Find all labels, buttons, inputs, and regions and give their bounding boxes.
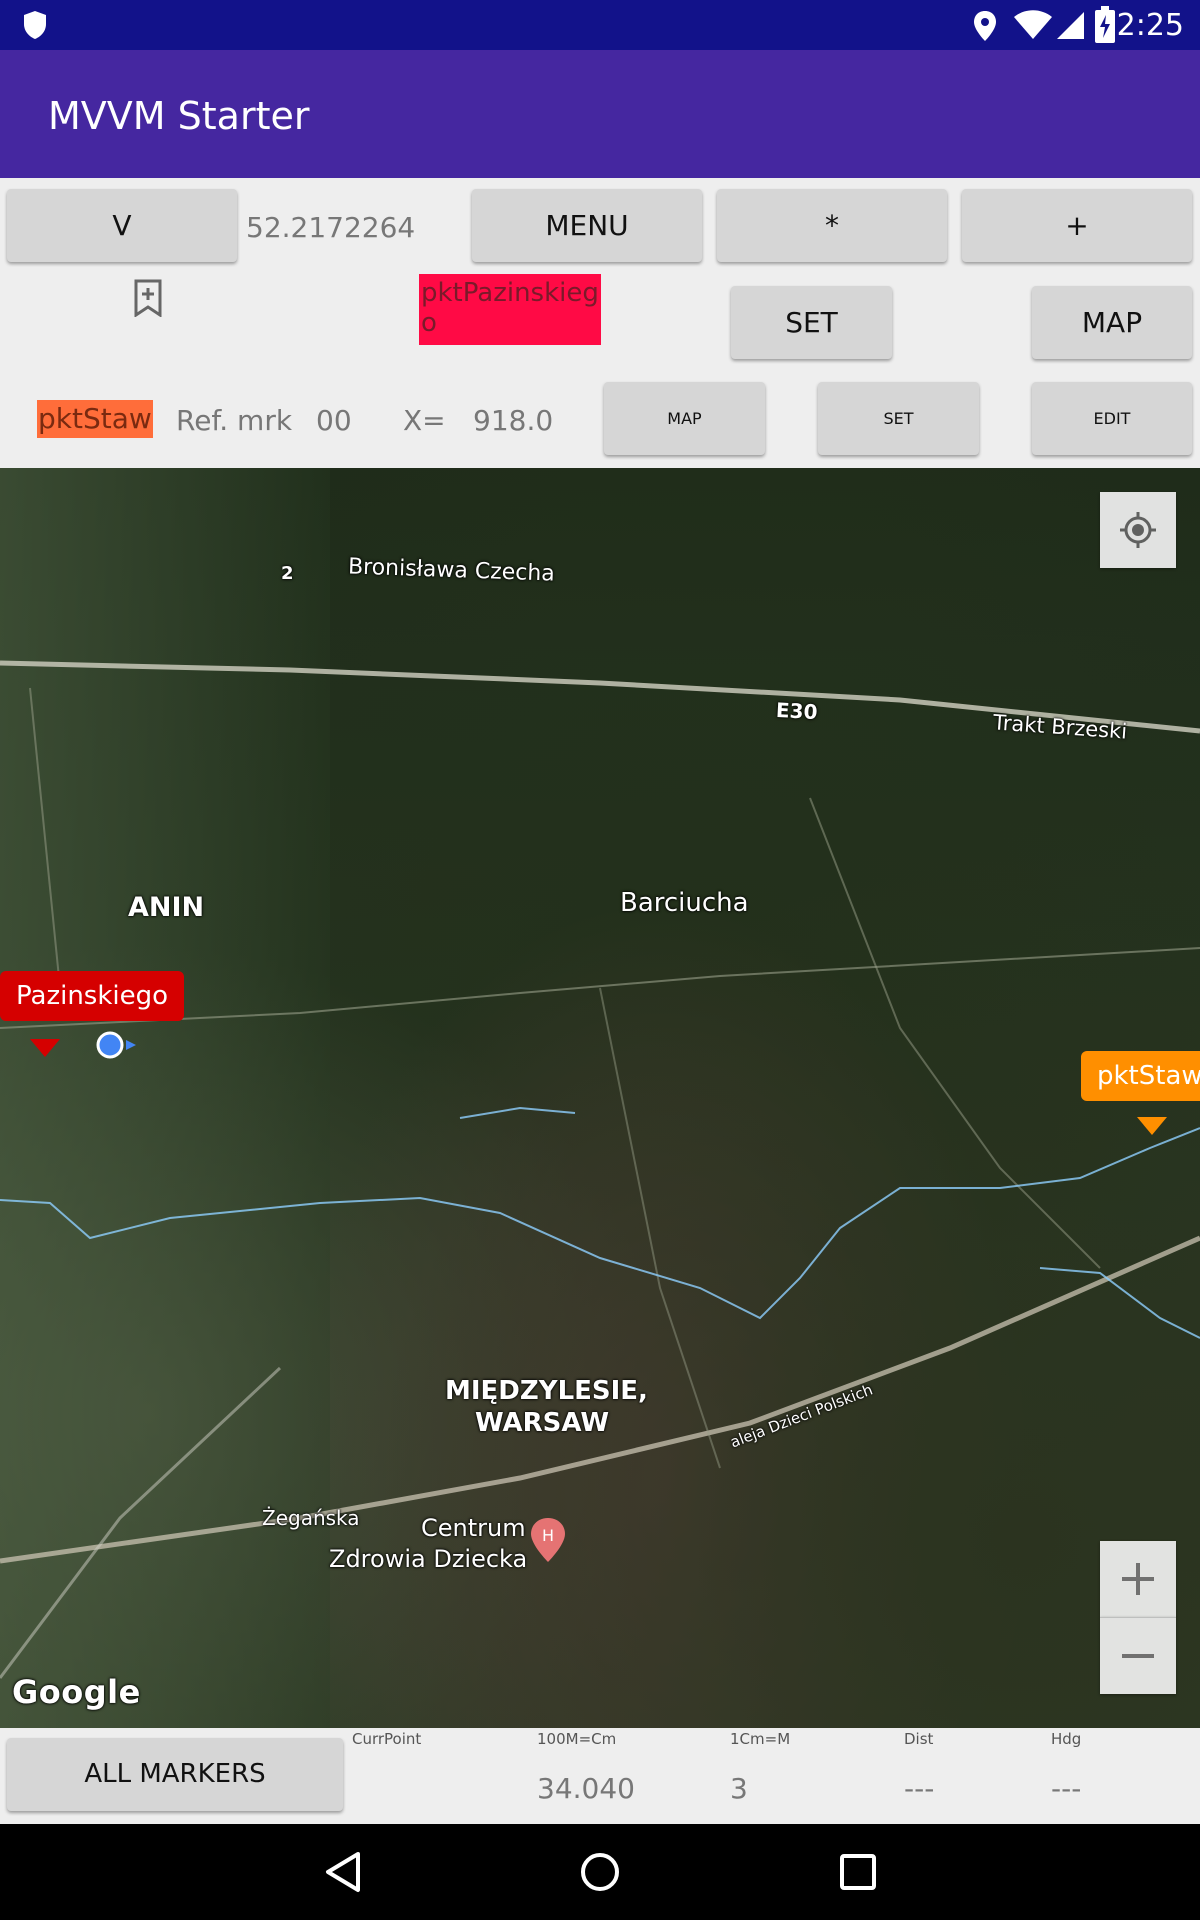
svg-text:H: H	[542, 1526, 554, 1545]
poi-name-line-2: Zdrowia Dziecka	[329, 1545, 528, 1573]
bottom-bar: ALL MARKERS CurrPoint 100M=Cm 1Cm=M Dist…	[0, 1728, 1200, 1824]
area-anin-label: ANIN	[128, 892, 205, 923]
battery-icon	[1095, 6, 1115, 43]
ref-marker-value: 00	[316, 404, 352, 437]
map-small-button[interactable]: MAP	[604, 382, 765, 455]
map-marker-left[interactable]: Pazinskiego	[0, 971, 185, 1021]
scale-100m-header: 100M=Cm	[537, 1730, 617, 1748]
signal-icon	[1057, 12, 1084, 39]
my-location-button[interactable]	[1100, 492, 1176, 568]
clock: 2:25	[1116, 8, 1184, 43]
x-label: X=	[403, 404, 446, 437]
area-miedzylesie-label-1: MIĘDZYLESIE,	[445, 1376, 648, 1406]
hospital-pin-icon[interactable]: H	[529, 1517, 567, 1563]
current-location-icon	[96, 1031, 136, 1059]
back-icon[interactable]	[322, 1850, 366, 1894]
hdg-header: Hdg	[1051, 1730, 1082, 1748]
edit-button[interactable]: EDIT	[1032, 382, 1192, 455]
marker-pointer-icon	[1137, 1117, 1167, 1135]
status-bar: 2:25	[0, 0, 1200, 50]
zoom-in-button[interactable]	[1100, 1541, 1176, 1617]
navigation-bar	[0, 1824, 1200, 1920]
plus-button-label: +	[1065, 209, 1089, 242]
street-zeganska-label: Żegańska	[262, 1506, 360, 1530]
scale-100m-value: 34.040	[537, 1772, 635, 1805]
marker-pointer-icon	[30, 1039, 60, 1057]
menu-button[interactable]: MENU	[472, 189, 702, 262]
highway-label: E30	[775, 697, 819, 725]
minus-icon	[1122, 1654, 1154, 1658]
star-button[interactable]: *	[717, 189, 947, 262]
all-markers-button[interactable]: ALL MARKERS	[7, 1738, 343, 1811]
map-button[interactable]: MAP	[1032, 286, 1192, 359]
edit-button-label: EDIT	[1093, 409, 1131, 428]
app-bar: MVVM Starter	[0, 50, 1200, 178]
shield-icon	[24, 11, 46, 39]
map-marker-left-label: Pazinskiego	[16, 981, 169, 1011]
controls-panel: V 52.2172264 MENU * + pktPazinskiego SET…	[0, 178, 1200, 468]
marker-name-badge-2: pktStaw	[37, 400, 153, 438]
road-number-label: 2	[281, 563, 294, 584]
set-small-button-label: SET	[883, 409, 914, 428]
wifi-icon	[1014, 10, 1052, 39]
all-markers-button-label: ALL MARKERS	[84, 1759, 266, 1789]
star-button-label: *	[825, 209, 839, 242]
set-button-label: SET	[785, 306, 838, 339]
location-icon	[974, 11, 996, 41]
google-logo: Google	[12, 1673, 141, 1711]
app-title: MVVM Starter	[48, 94, 310, 138]
dist-value: ---	[904, 1772, 935, 1805]
area-miedzylesie-label-2: WARSAW	[475, 1408, 610, 1438]
area-barciucha-label: Barciucha	[620, 888, 749, 918]
my-location-icon	[1120, 512, 1156, 548]
map-marker-right-label: pktStaw	[1097, 1061, 1200, 1091]
scale-1cm-value: 3	[730, 1772, 748, 1805]
menu-button-label: MENU	[545, 209, 629, 242]
map-button-label: MAP	[1081, 306, 1143, 339]
currpoint-header: CurrPoint	[352, 1730, 422, 1748]
dist-header: Dist	[904, 1730, 934, 1748]
zoom-out-button[interactable]	[1100, 1617, 1176, 1694]
v-button[interactable]: V	[7, 189, 237, 262]
bookmark-add-icon[interactable]	[132, 279, 164, 317]
map-view[interactable]: 2 Bronisława Czecha E30 Trakt Brzeski AN…	[0, 468, 1200, 1728]
set-small-button[interactable]: SET	[818, 382, 979, 455]
map-small-button-label: MAP	[667, 409, 702, 428]
coordinate-value: 52.2172264	[246, 211, 416, 244]
recents-icon[interactable]	[836, 1850, 880, 1894]
hdg-value: ---	[1051, 1772, 1082, 1805]
x-value: 918.0	[473, 404, 554, 437]
plus-icon	[1122, 1563, 1154, 1595]
home-icon[interactable]	[578, 1850, 622, 1894]
v-button-label: V	[112, 209, 132, 242]
poi-name-line-1: Centrum	[421, 1514, 526, 1542]
map-marker-right[interactable]: pktStaw	[1081, 1051, 1200, 1101]
ref-marker-label: Ref. mrk	[176, 404, 293, 437]
plus-button[interactable]: +	[962, 189, 1192, 262]
scale-1cm-header: 1Cm=M	[730, 1730, 791, 1748]
marker-name-badge: pktPazinskiego	[419, 274, 601, 345]
map-lines	[0, 660, 1200, 1679]
set-button[interactable]: SET	[731, 286, 892, 359]
